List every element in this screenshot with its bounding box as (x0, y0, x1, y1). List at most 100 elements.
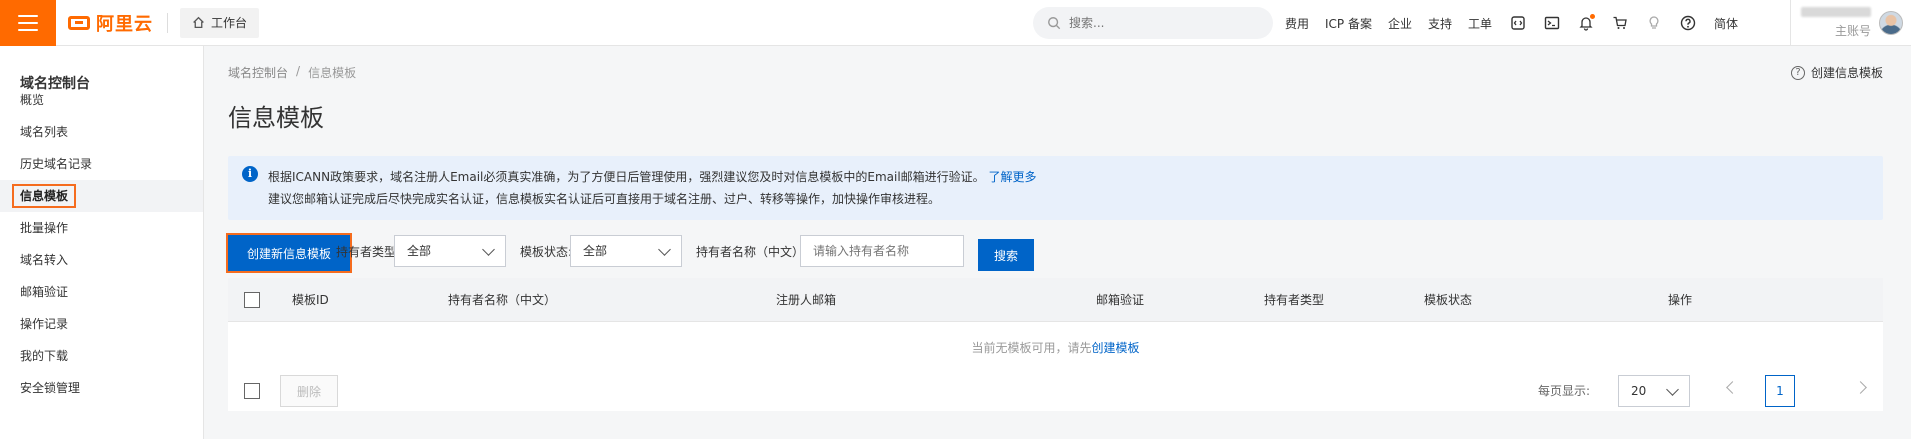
create-template-button[interactable]: 创建新信息模板 (226, 233, 352, 273)
template-status-value: 全部 (583, 244, 608, 258)
holder-type-select[interactable]: 全部 (394, 235, 506, 267)
holder-name-label: 持有者名称（中文）: (696, 245, 809, 259)
create-template-help-link[interactable]: ? 创建信息模板 (1790, 64, 1883, 81)
nav-link-billing[interactable]: 费用 (1285, 15, 1309, 32)
menu-icon[interactable] (0, 0, 56, 46)
bell-icon[interactable] (1576, 13, 1596, 33)
chevron-down-icon (482, 243, 495, 256)
sidebar-item-security-lock[interactable]: 安全锁管理 (0, 372, 203, 404)
info-icon: i (242, 166, 258, 182)
nav-link-ticket[interactable]: 工单 (1468, 15, 1492, 32)
delete-button[interactable]: 删除 (280, 375, 338, 407)
template-status-label: 模板状态: (520, 245, 573, 259)
sidebar-item-label: 安全锁管理 (20, 381, 81, 395)
divider (1790, 0, 1791, 46)
top-nav-links: 费用 ICP 备案 企业 支持 工单 简体 (1285, 0, 1752, 46)
sidebar-item-label: 域名列表 (20, 125, 69, 139)
divider (167, 12, 168, 33)
sidebar-item-overview[interactable]: 概览 (0, 84, 203, 116)
nav-link-support[interactable]: 支持 (1428, 15, 1452, 32)
sidebar-item-label: 批量操作 (20, 221, 69, 235)
help-link-label: 创建信息模板 (1810, 66, 1883, 80)
col-registrant-email: 注册人邮箱 (776, 293, 837, 307)
empty-text: 当前无模板可用，请先 (971, 341, 1092, 355)
logo-text: 阿里云 (96, 13, 153, 35)
workbench-button[interactable]: 工作台 (180, 7, 260, 38)
notice-line-1: 根据ICANN政策要求，域名注册人Email必须真实准确，为了方便日后管理使用，… (268, 168, 1037, 185)
sidebar-item-batch[interactable]: 批量操作 (0, 212, 203, 244)
workbench-label: 工作台 (211, 16, 248, 30)
table-empty-row: 当前无模板可用，请先创建模板 (228, 322, 1883, 374)
sidebar-item-domain-list[interactable]: 域名列表 (0, 116, 203, 148)
sidebar-item-email-verify[interactable]: 邮箱验证 (0, 276, 203, 308)
sidebar-item-label: 我的下载 (20, 349, 69, 363)
page-title: 信息模板 (228, 104, 324, 132)
page-size-select[interactable]: 20 (1618, 375, 1690, 407)
template-table: 模板ID 持有者名称（中文） 注册人邮箱 邮箱验证 持有者类型 模板状态 操作 … (228, 278, 1883, 374)
col-email-verify: 邮箱验证 (1096, 293, 1145, 307)
chevron-right-icon[interactable] (1854, 381, 1867, 394)
page-size-label: 每页显示: (1538, 384, 1591, 398)
code-icon[interactable] (1508, 13, 1528, 33)
template-status-select[interactable]: 全部 (570, 235, 682, 267)
home-icon (193, 16, 204, 29)
nav-link-enterprise[interactable]: 企业 (1388, 15, 1412, 32)
question-icon: ? (1790, 65, 1805, 80)
account-info: 主账号 (1799, 7, 1871, 39)
lightbulb-icon[interactable] (1644, 13, 1664, 33)
col-actions: 操作 (1668, 293, 1693, 307)
logo[interactable]: 阿里云 (68, 0, 153, 46)
search-button[interactable]: 搜索 (978, 239, 1034, 271)
search-icon (1048, 17, 1061, 30)
nav-link-icp[interactable]: ICP 备案 (1325, 15, 1372, 32)
language-switch[interactable]: 简体 (1714, 15, 1738, 32)
breadcrumb: 域名控制台 / 信息模板 (228, 64, 356, 81)
sidebar-item-history[interactable]: 历史域名记录 (0, 148, 203, 180)
notice-line-2: 建议您邮箱认证完成后尽快完成实名认证，信息模板实名认证后可直接用于域名注册、过户… (268, 192, 941, 206)
empty-message: 当前无模板可用，请先创建模板 (228, 322, 1883, 374)
col-template-status: 模板状态 (1424, 293, 1473, 307)
sidebar: 域名控制台 概览 域名列表 历史域名记录 信息模板 批量操作 域名转入 邮箱验证… (0, 46, 204, 439)
filter-bar: 创建新信息模板 持有者类型: 全部 模板状态: 全部 持有者名称（中文）: 搜索 (226, 233, 1883, 273)
page-size-value: 20 (1631, 384, 1647, 398)
chevron-left-icon[interactable] (1726, 381, 1739, 394)
breadcrumb-current: 信息模板 (308, 66, 357, 80)
avatar[interactable] (1879, 11, 1903, 35)
select-all-checkbox[interactable] (244, 292, 260, 308)
search-input[interactable] (1069, 16, 1249, 30)
cart-icon[interactable] (1610, 13, 1630, 33)
sidebar-item-info-template[interactable]: 信息模板 (0, 180, 203, 212)
col-holder-type: 持有者类型 (1264, 293, 1325, 307)
aliyun-logo-icon (68, 15, 90, 30)
notice-text-1: 根据ICANN政策要求，域名注册人Email必须真实准确，为了方便日后管理使用，… (268, 170, 985, 184)
account-role: 主账号 (1834, 24, 1871, 38)
page-number-current[interactable]: 1 (1765, 375, 1795, 407)
chevron-down-icon (658, 243, 671, 256)
account-menu[interactable]: 主账号 (1790, 0, 1911, 46)
global-search[interactable] (1033, 7, 1273, 39)
table-footer: 删除 每页显示: 20 1 (228, 371, 1883, 411)
col-holder-name: 持有者名称（中文） (448, 293, 557, 307)
sidebar-item-downloads[interactable]: 我的下载 (0, 340, 203, 372)
sidebar-item-label: 邮箱验证 (20, 285, 69, 299)
terminal-icon[interactable] (1542, 13, 1562, 33)
col-template-id: 模板ID (292, 293, 329, 307)
sidebar-item-label: 历史域名记录 (20, 157, 93, 171)
table-header: 模板ID 持有者名称（中文） 注册人邮箱 邮箱验证 持有者类型 模板状态 操作 (228, 278, 1883, 322)
holder-type-value: 全部 (407, 244, 432, 258)
sidebar-item-op-log[interactable]: 操作记录 (0, 308, 203, 340)
holder-name-input[interactable] (800, 235, 964, 267)
breadcrumb-root[interactable]: 域名控制台 (228, 64, 288, 81)
sidebar-item-label: 信息模板 (12, 184, 77, 208)
create-template-link[interactable]: 创建模板 (1092, 341, 1140, 355)
sidebar-item-label: 概览 (20, 93, 45, 107)
holder-type-label: 持有者类型: (336, 245, 401, 259)
learn-more-link[interactable]: 了解更多 (989, 170, 1037, 184)
account-name-redacted (1801, 7, 1871, 17)
sidebar-item-label: 操作记录 (20, 317, 69, 331)
select-page-checkbox[interactable] (244, 383, 260, 399)
top-navigation-bar: 阿里云 工作台 费用 ICP 备案 企业 支持 工单 (0, 0, 1911, 46)
sidebar-item-transfer-in[interactable]: 域名转入 (0, 244, 203, 276)
chevron-down-icon (1666, 383, 1679, 396)
help-icon[interactable] (1678, 13, 1698, 33)
